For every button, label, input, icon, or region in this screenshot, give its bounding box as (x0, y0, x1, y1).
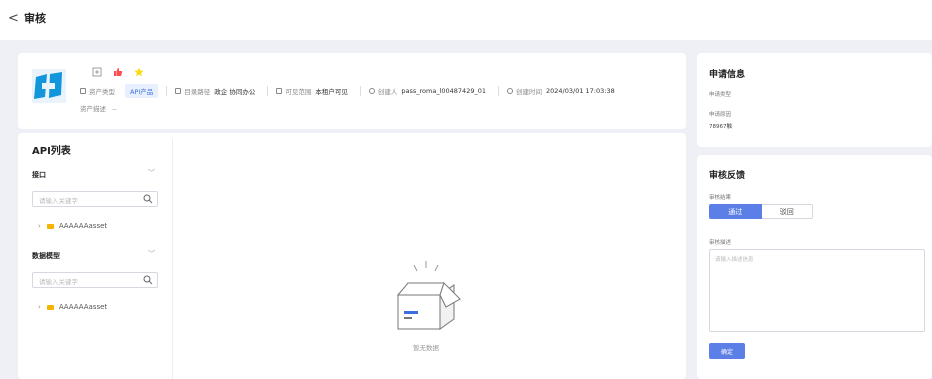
divider (498, 86, 499, 96)
chevron-down-icon[interactable]: ﹀ (148, 168, 155, 178)
application-reason-value: 78967触 (709, 124, 732, 130)
review-desc-label: 审核描述 (709, 240, 732, 246)
application-type-label: 申请类型 (709, 92, 732, 98)
search-input[interactable]: 请输入关键字 (32, 191, 158, 207)
star-icon[interactable] (134, 67, 144, 77)
review-result-label: 审核结果 (709, 195, 732, 201)
tree-node[interactable]: › AAAAAAasset (38, 222, 107, 230)
confirm-button[interactable]: 确定 (709, 343, 745, 359)
review-feedback-card: 审核反馈 审核结果 通过 驳回 审核描述 请输入描述信息 确定 (697, 155, 932, 379)
created-value: 2024/03/01 17:03:38 (546, 87, 615, 95)
api-list-title: API列表 (32, 146, 71, 157)
review-desc-textarea[interactable]: 请输入描述信息 (709, 249, 925, 332)
user-icon (368, 88, 375, 94)
api-list-card: API列表 接口 ﹀ 请输入关键字 › AAAAAAasset 数据模型 ﹀ 请… (18, 133, 686, 379)
page-title: 审核 (24, 12, 46, 25)
asset-type-label: 资产类型 (89, 88, 115, 96)
asset-meta-row: 资产类型 API产品 目录路径 政企 协同办公 可见范围 本租户可见 创建人 p… (80, 84, 619, 98)
creator-value: pass_roma_l00487429_01 (401, 87, 486, 95)
visibility-icon (276, 88, 283, 94)
asset-header-card: 资产类型 API产品 目录路径 政企 协同办公 可见范围 本租户可见 创建人 p… (18, 53, 686, 129)
tree-node-label: AAAAAAasset (58, 303, 108, 311)
creator-label: 创建人 (377, 88, 398, 96)
back-icon[interactable]: < (8, 12, 19, 26)
folder-icon (46, 223, 54, 229)
section-data-model[interactable]: 数据模型 (32, 251, 60, 261)
empty-state-text: 暂无数据 (413, 344, 439, 352)
application-reason-label: 申请原因 (709, 112, 732, 118)
visibility-value: 本租户可见 (315, 88, 348, 96)
desc-value: -- (112, 105, 117, 113)
review-feedback-title: 审核反馈 (709, 171, 746, 181)
folder-icon (46, 304, 54, 310)
reject-button[interactable]: 驳回 (761, 204, 813, 219)
review-result-toggle: 通过 驳回 (709, 204, 813, 219)
application-info-title: 申请信息 (709, 70, 746, 80)
catalog-value: 政企 协同办公 (214, 88, 256, 96)
search-placeholder: 请输入关键字 (39, 197, 78, 205)
search-placeholder: 请输入关键字 (39, 278, 78, 286)
divider (359, 86, 361, 96)
asset-description: 资产描述 -- (80, 103, 117, 113)
created-label: 创建时间 (516, 88, 542, 96)
review-desc-placeholder: 请输入描述信息 (715, 257, 754, 263)
add-icon[interactable] (92, 67, 102, 77)
catalog-label: 目录路径 (184, 88, 211, 96)
chevron-down-icon[interactable]: ﹀ (148, 249, 155, 259)
empty-box-icon (396, 261, 461, 330)
catalog-icon (175, 88, 182, 94)
desc-label: 资产描述 (80, 105, 106, 113)
asset-type-tag: API产品 (125, 84, 159, 98)
divider (166, 86, 168, 96)
clock-icon (507, 88, 513, 94)
chevron-right-icon[interactable]: › (38, 222, 41, 230)
divider (172, 139, 173, 379)
chevron-right-icon[interactable]: › (38, 303, 41, 311)
search-icon[interactable] (143, 194, 153, 204)
section-interface[interactable]: 接口 (32, 170, 46, 180)
tree-node[interactable]: › AAAAAAasset (38, 303, 107, 311)
approve-button[interactable]: 通过 (709, 204, 762, 219)
asset-type-icon (80, 88, 86, 94)
asset-logo (32, 69, 66, 103)
like-icon[interactable] (113, 67, 123, 77)
top-bar: < 审核 (0, 0, 932, 40)
tree-node-label: AAAAAAasset (58, 222, 108, 230)
application-info-card: 申请信息 申请类型 申请原因 78967触 (697, 53, 932, 147)
visibility-label: 可见范围 (285, 88, 312, 96)
search-input[interactable]: 请输入关键字 (32, 272, 158, 288)
search-icon[interactable] (143, 275, 153, 285)
divider (267, 86, 269, 96)
